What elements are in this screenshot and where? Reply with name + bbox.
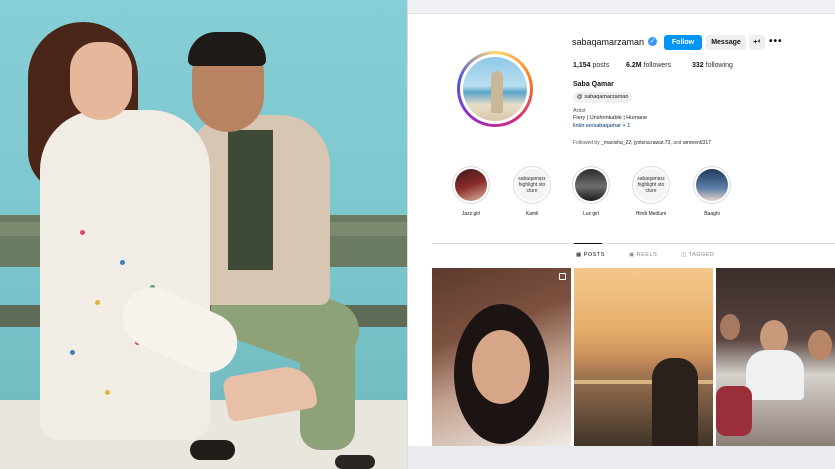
- profile-link[interactable]: linktr.ee/sabaqamar + 1: [573, 123, 630, 129]
- tab-reels[interactable]: ▣ REELS: [629, 252, 657, 258]
- highlight-item[interactable]: Lux girl: [571, 166, 611, 217]
- highlight-item[interactable]: sabaqamarz highlight sto cture Hindi Med…: [631, 166, 671, 217]
- suggest-users-button[interactable]: +⁴: [749, 35, 765, 50]
- profile-bio: Fiery | Unshrinkable | Humane: [573, 115, 648, 121]
- grid-icon: ▦: [576, 252, 582, 258]
- browser-bottom-bar: [408, 446, 835, 469]
- follow-button[interactable]: Follow: [664, 35, 702, 50]
- followers-count[interactable]: 6.2M followers: [626, 62, 671, 69]
- browser-top-bar: [408, 0, 835, 14]
- more-options-icon[interactable]: •••: [769, 36, 783, 47]
- following-count[interactable]: 332 following: [692, 62, 733, 69]
- followed-by[interactable]: Followed by _manisha_22, jyotsna.rawat.7…: [573, 140, 711, 146]
- highlight-item[interactable]: Jazz girl: [451, 166, 491, 217]
- highlight-item[interactable]: Baaghi: [692, 166, 732, 217]
- tab-tagged[interactable]: ◫ TAGGED: [681, 252, 714, 258]
- tabs-divider: [432, 243, 835, 244]
- post-thumbnail[interactable]: [716, 268, 835, 446]
- carousel-icon: [559, 273, 566, 280]
- profile-category: Artist: [573, 108, 586, 114]
- couple-photo: [0, 0, 407, 469]
- verified-badge-icon: ✓: [648, 37, 657, 46]
- reels-icon: ▣: [629, 252, 635, 258]
- threads-icon: @: [577, 94, 583, 100]
- post-thumbnail[interactable]: [432, 268, 571, 446]
- profile-avatar[interactable]: [457, 51, 533, 127]
- highlight-item[interactable]: sabaqamarz highlight sto cture Kamli: [512, 166, 552, 217]
- tag-icon: ◫: [681, 252, 687, 258]
- posts-count: 1,154 posts: [573, 62, 610, 69]
- tab-posts[interactable]: ▦ POSTS: [576, 252, 605, 258]
- profile-username: sabaqamarzaman: [572, 37, 645, 47]
- active-tab-indicator: [574, 243, 602, 244]
- profile-name: Saba Qamar: [573, 81, 614, 88]
- instagram-profile-panel: sabaqamarzaman ✓ Follow Message +⁴ ••• 1…: [407, 0, 835, 469]
- message-button[interactable]: Message: [706, 35, 746, 50]
- post-thumbnail[interactable]: [574, 268, 713, 446]
- threads-badge[interactable]: @ sabaqamarzaman: [573, 92, 633, 103]
